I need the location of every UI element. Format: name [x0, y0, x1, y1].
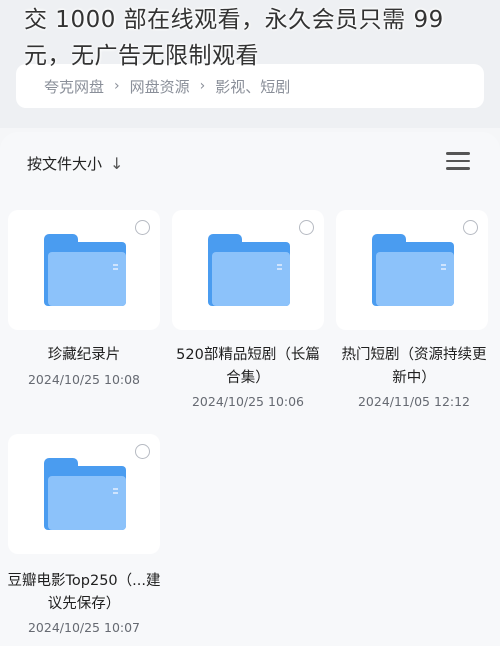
select-radio[interactable] — [463, 220, 478, 235]
file-card[interactable] — [336, 210, 488, 330]
sort-arrow-icon: ↓ — [110, 153, 124, 173]
select-radio[interactable] — [135, 444, 150, 459]
file-date: 2024/10/25 10:08 — [27, 372, 141, 387]
select-radio[interactable] — [299, 220, 314, 235]
select-radio[interactable] — [135, 220, 150, 235]
file-date: 2024/10/25 10:07 — [27, 620, 141, 635]
breadcrumb-item-resources[interactable]: 网盘资源 — [130, 76, 190, 97]
folder-icon — [372, 234, 454, 306]
chevron-right-icon: › — [114, 78, 120, 94]
sort-label: 按文件大小 — [27, 154, 103, 173]
file-name: 豆瓣电影Top250（...建议先保存） — [7, 573, 161, 612]
list-view-icon[interactable] — [446, 152, 470, 174]
folder-icon — [44, 458, 126, 530]
file-card[interactable] — [8, 434, 160, 554]
promo-overlay-text: 交 1000 部在线观看，永久会员只需 99 元，无广告无限制观看 — [24, 7, 444, 69]
file-date: 2024/11/05 12:12 — [357, 394, 471, 409]
breadcrumb-item-root[interactable]: 夸克网盘 — [44, 76, 104, 97]
breadcrumb-item-current[interactable]: 影视、短剧 — [215, 76, 290, 97]
file-name: 热门短剧（资源持续更新中） — [341, 347, 487, 386]
folder-icon — [44, 234, 126, 306]
file-name: 珍藏纪录片 — [47, 347, 121, 363]
file-card[interactable] — [8, 210, 160, 330]
folder-icon — [208, 234, 290, 306]
file-card[interactable] — [172, 210, 324, 330]
sort-control[interactable]: 按文件大小 ↓ — [27, 150, 123, 176]
file-date: 2024/10/25 10:06 — [191, 394, 305, 409]
file-name: 520部精品短剧（长篇合集） — [176, 347, 320, 386]
chevron-right-icon: › — [199, 78, 206, 94]
